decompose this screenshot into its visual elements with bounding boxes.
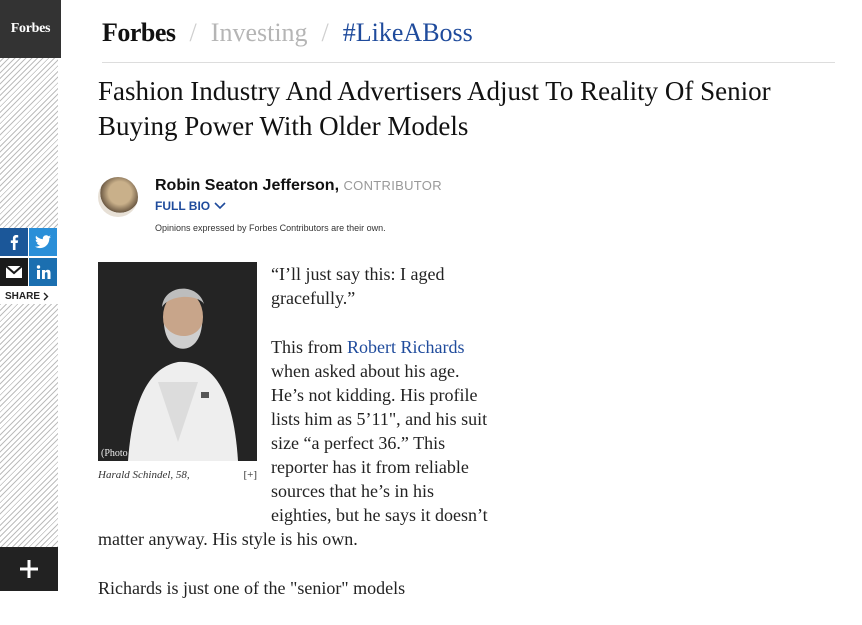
linkedin-icon [36, 264, 50, 279]
full-bio-label: FULL BIO [155, 199, 211, 213]
robert-richards-link[interactable]: Robert Richards [347, 337, 464, 357]
author-comma: , [334, 177, 340, 194]
contributor-disclaimer: Opinions expressed by Forbes Contributor… [155, 223, 386, 233]
author-avatar[interactable] [98, 177, 138, 217]
likeaboss-section-link[interactable]: #LikeABoss [343, 18, 473, 48]
mail-icon [6, 266, 22, 278]
full-bio-button[interactable]: FULL BIO [155, 199, 442, 213]
forbes-brand-link[interactable]: Forbes [102, 18, 176, 48]
twitter-share-button[interactable] [29, 228, 57, 256]
author-name-link[interactable]: Robin Seaton Jefferson [155, 177, 335, 194]
chevron-right-icon [43, 292, 49, 301]
site-header: Forbes / Investing / #LikeABoss [102, 18, 835, 63]
paragraph-text: This from [271, 337, 347, 357]
email-share-button[interactable] [0, 258, 28, 286]
share-label: SHARE [5, 291, 41, 302]
article-body: “I’ll just say this: I aged gracefully.”… [98, 262, 488, 625]
article-title: Fashion Industry And Advertisers Adjust … [98, 76, 771, 141]
paragraph: Richards is just one of the "senior" mod… [98, 578, 406, 598]
chevron-down-icon [214, 202, 226, 210]
plus-icon [20, 560, 38, 578]
share-panel: SHARE [0, 228, 58, 304]
breadcrumb-separator: / [321, 18, 329, 47]
facebook-icon [10, 235, 19, 250]
breadcrumb: Forbes / Investing / #LikeABoss [102, 18, 835, 48]
author-block: Robin Seaton Jefferson, CONTRIBUTOR FULL… [155, 177, 442, 233]
linkedin-share-button[interactable] [29, 258, 57, 286]
facebook-share-button[interactable] [0, 228, 28, 256]
twitter-icon [35, 235, 51, 249]
share-toggle[interactable]: SHARE [5, 291, 49, 302]
breadcrumb-separator: / [189, 18, 197, 47]
forbes-logo[interactable]: Forbes [0, 0, 61, 58]
expand-plus-button[interactable] [0, 547, 58, 591]
author-role: CONTRIBUTOR [343, 178, 442, 193]
investing-channel-link[interactable]: Investing [211, 18, 308, 48]
